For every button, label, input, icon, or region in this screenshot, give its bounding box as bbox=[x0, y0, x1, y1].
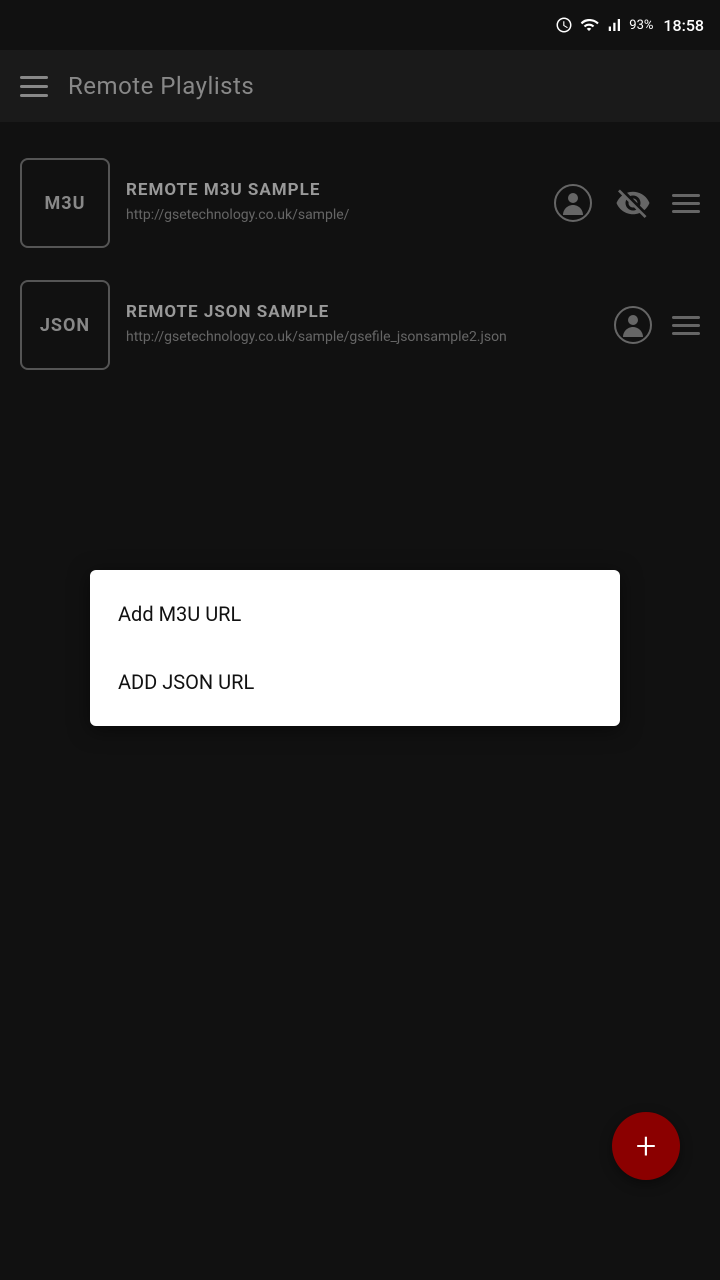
popup-overlay: Add M3U URL ADD JSON URL bbox=[0, 0, 720, 1280]
add-m3u-url-button[interactable]: Add M3U URL bbox=[90, 580, 620, 648]
popup-menu: Add M3U URL ADD JSON URL bbox=[90, 570, 620, 726]
add-json-url-button[interactable]: ADD JSON URL bbox=[90, 648, 620, 716]
